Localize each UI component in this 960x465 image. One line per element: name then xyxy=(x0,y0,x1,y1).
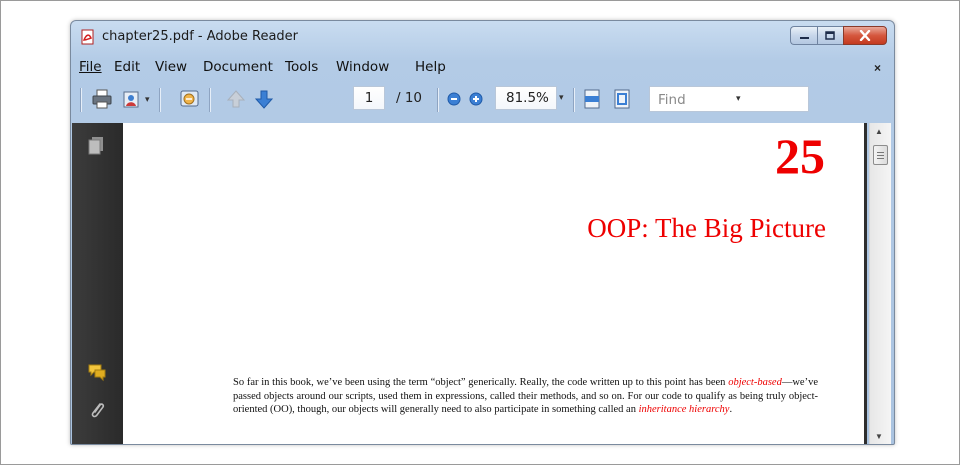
menu-tools-label: Tools xyxy=(285,59,319,75)
zoom-dropdown-icon[interactable]: ▾ xyxy=(559,92,564,103)
find-dropdown-icon[interactable]: ▾ xyxy=(736,93,741,104)
document-page: 25 OOP: The Big Picture So far in this b… xyxy=(123,123,867,444)
page-up-icon[interactable] xyxy=(225,88,247,110)
toolbar-separator xyxy=(437,88,438,112)
close-button[interactable] xyxy=(843,26,887,45)
menu-edit-label: Edit xyxy=(114,59,141,75)
menu-view[interactable]: View xyxy=(155,59,187,75)
find-input[interactable]: Find xyxy=(649,86,809,112)
scrollbar-grip xyxy=(877,152,884,153)
collaborate-icon[interactable] xyxy=(179,88,201,110)
zoom-level-input[interactable]: 81.5% xyxy=(495,86,557,110)
fit-page-icon[interactable] xyxy=(611,88,633,110)
navigation-pane xyxy=(72,123,123,444)
page-number-input[interactable]: 1 xyxy=(353,86,385,110)
share-dropdown-icon[interactable]: ▾ xyxy=(145,94,150,105)
paragraph-part-1: So far in this book, we’ve been using th… xyxy=(233,377,729,388)
page-down-icon[interactable] xyxy=(253,88,275,110)
toolbar-separator xyxy=(573,88,574,112)
body-paragraph: So far in this book, we’ve been using th… xyxy=(233,376,818,417)
comments-icon[interactable] xyxy=(86,361,108,383)
toolbar: ▾ 1 / 10 81.5% ▾ Find ▾ xyxy=(77,80,888,120)
scrollbar-grip xyxy=(877,155,884,156)
print-icon[interactable] xyxy=(91,88,113,110)
window-title: chapter25.pdf - Adobe Reader xyxy=(102,29,299,44)
menu-file[interactable]: File xyxy=(79,59,102,75)
share-icon[interactable] xyxy=(121,88,143,110)
pages-icon[interactable] xyxy=(86,135,108,157)
menu-view-label: View xyxy=(155,59,188,75)
chapter-title: OOP: The Big Picture xyxy=(587,213,826,243)
menu-file-label: File xyxy=(79,59,102,75)
minimize-button[interactable] xyxy=(790,26,817,45)
paragraph-part-3: . xyxy=(729,404,733,415)
content-area: 25 OOP: The Big Picture So far in this b… xyxy=(71,123,894,444)
menu-window[interactable]: Window xyxy=(336,59,389,75)
term-object-based: object-based xyxy=(728,377,782,388)
scroll-up-arrow-icon[interactable]: ▲ xyxy=(875,127,883,136)
menu-help[interactable]: Help xyxy=(415,59,446,75)
chapter-number: 25 xyxy=(775,128,825,184)
toolbar-separator xyxy=(209,88,210,112)
zoom-out-icon[interactable] xyxy=(443,88,465,110)
close-icon xyxy=(859,30,871,41)
maximize-button[interactable] xyxy=(817,26,843,45)
menu-document-label: Document xyxy=(203,59,273,75)
toolbar-separator xyxy=(159,88,160,112)
scroll-down-arrow-icon[interactable]: ▼ xyxy=(875,432,883,441)
toolbar-grip xyxy=(80,88,81,112)
close-document-button[interactable]: × xyxy=(874,61,881,75)
menu-window-label: Window xyxy=(336,59,390,75)
menu-tools[interactable]: Tools xyxy=(285,59,318,75)
menu-edit[interactable]: Edit xyxy=(114,59,140,75)
scrollbar-grip xyxy=(877,158,884,159)
menu-help-label: Help xyxy=(415,59,446,75)
adobe-reader-window: chapter25.pdf - Adobe Reader File Edit V… xyxy=(70,20,895,445)
pdf-icon xyxy=(80,29,96,45)
menu-bar: File Edit View Document Tools Window Hel… xyxy=(71,57,894,77)
vertical-scrollbar[interactable]: ▲ ▼ xyxy=(869,123,891,444)
find-placeholder: Find xyxy=(658,92,686,108)
page-total: / 10 xyxy=(396,90,423,106)
term-inheritance-hierarchy: inheritance hierarchy xyxy=(638,404,730,415)
menu-document[interactable]: Document xyxy=(203,59,273,75)
zoom-in-icon[interactable] xyxy=(465,88,487,110)
fit-width-icon[interactable] xyxy=(581,88,603,110)
attachment-icon[interactable] xyxy=(86,399,108,421)
window-controls xyxy=(790,26,887,45)
title-bar: chapter25.pdf - Adobe Reader xyxy=(71,21,894,49)
scrollbar-thumb[interactable] xyxy=(873,145,888,165)
minimize-icon xyxy=(799,36,809,39)
maximize-icon xyxy=(825,31,835,40)
